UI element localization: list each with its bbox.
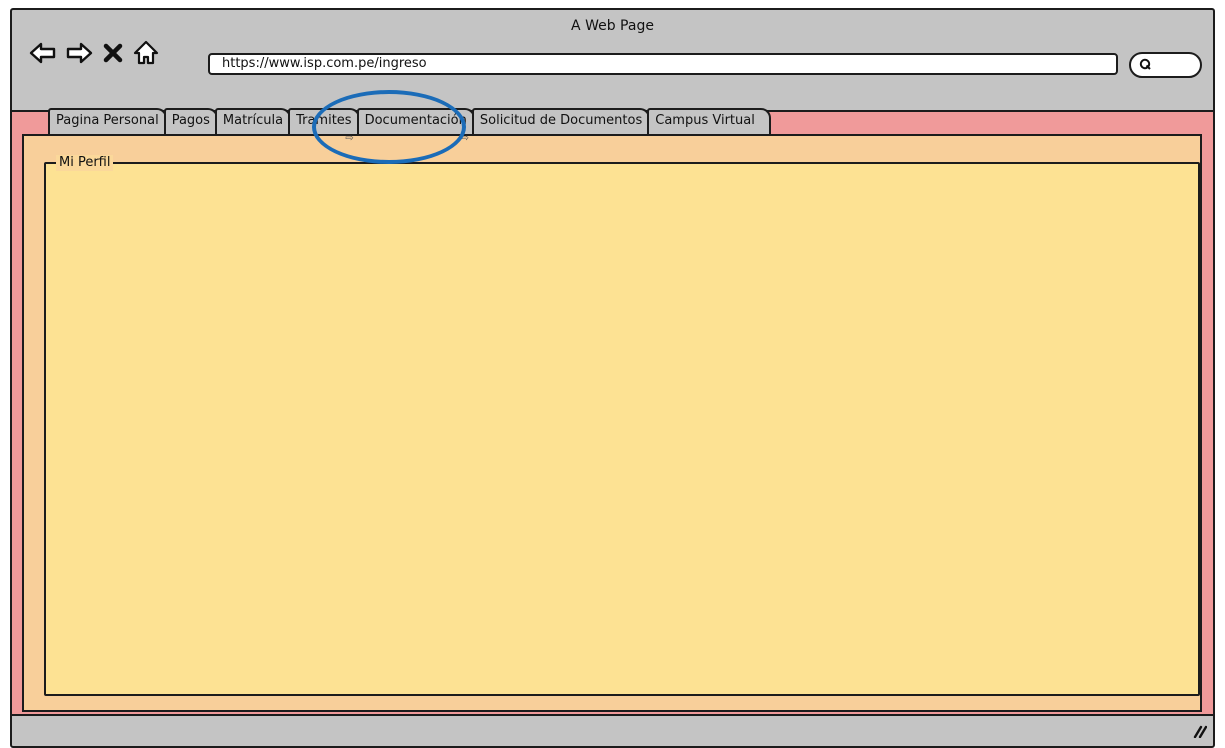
back-arrow-icon[interactable]: [28, 38, 58, 68]
tab-label: Pagina Personal: [56, 113, 159, 128]
close-icon[interactable]: [100, 38, 126, 68]
window-title: A Web Page: [571, 18, 654, 34]
forward-arrow-icon[interactable]: [64, 38, 94, 68]
tab-solicitud-de-documentos[interactable]: Solicitud de Documentos: [471, 108, 651, 134]
resize-grip-icon[interactable]: [1191, 722, 1207, 738]
tab-label: Matrícula: [222, 113, 284, 128]
browser-window: A Web Page https://www.isp.com.pe/ingres…: [10, 8, 1215, 748]
annotation-highlight-circle: [312, 90, 466, 164]
search-icon: [1139, 58, 1151, 70]
profile-fieldset: [44, 162, 1200, 696]
tab-label: Pagos: [171, 113, 210, 128]
fieldset-legend: Mi Perfil: [56, 155, 114, 171]
tab-campus-virtual[interactable]: Campus Virtual: [647, 108, 771, 134]
search-field[interactable]: [1129, 52, 1202, 78]
home-icon[interactable]: [132, 38, 160, 68]
status-bar: [12, 716, 1213, 746]
tab-pagos[interactable]: Pagos: [163, 108, 218, 134]
tab-pagina-personal[interactable]: Pagina Personal: [48, 108, 167, 134]
tab-label: Campus Virtual: [655, 113, 755, 128]
tab-matricula[interactable]: Matrícula: [214, 108, 292, 134]
url-input[interactable]: https://www.isp.com.pe/ingreso: [208, 53, 1118, 75]
tab-label: Solicitud de Documentos: [479, 113, 643, 128]
